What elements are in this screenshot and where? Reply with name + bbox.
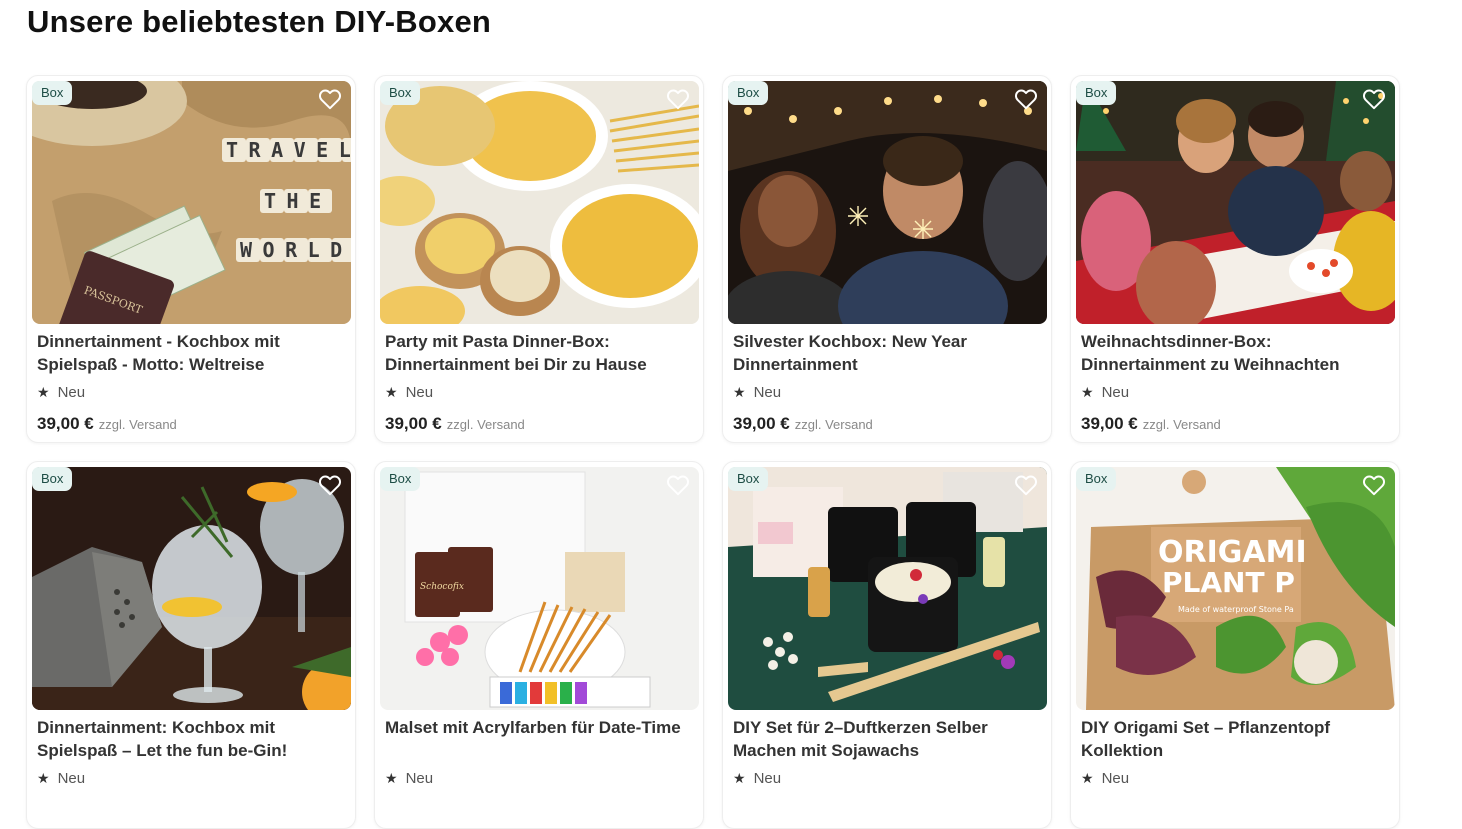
rating-label: Neu [1101,384,1130,401]
product-image[interactable] [1076,81,1395,324]
product-rating: ★ Neu [1081,770,1129,787]
product-card[interactable]: Box Dinnertainment: Kochbox mit Spielspa… [26,461,356,829]
rating-label: Neu [753,770,782,787]
product-badge: Box [1076,81,1117,105]
star-icon: ★ [733,384,746,400]
image-text: WORLD [240,238,351,262]
heart-outline-icon[interactable] [317,86,343,112]
star-icon: ★ [1081,384,1094,400]
product-price: 39,00 € [385,414,442,433]
product-rating: ★ Neu [1081,384,1129,401]
product-badge: Box [32,81,73,105]
section-title: Unsere beliebtesten DIY-Boxen [27,4,492,39]
product-title[interactable]: Malset mit Acrylfarben für Date-Time [385,716,695,739]
product-badge: Box [728,467,769,491]
product-badge: Box [32,467,73,491]
heart-outline-icon[interactable] [665,86,691,112]
price-row: 39,00 € zzgl. Versand [37,414,177,434]
product-price: 39,00 € [733,414,790,433]
shipping-note: zzgl. Versand [98,417,177,432]
shipping-note: zzgl. Versand [794,417,873,432]
product-grid: TRAVEL THE WORLD PASSPORT Box Dinnertain… [26,75,1400,829]
product-price: 39,00 € [37,414,94,433]
product-image[interactable] [380,81,699,324]
product-card[interactable]: Box Party mit Pasta Dinner-Box: Dinnerta… [374,75,704,443]
product-rating: ★ Neu [37,384,85,401]
image-text: PLANT P [1162,566,1295,599]
product-title[interactable]: Weihnachtsdinner-Box: Dinnertainment zu … [1081,330,1391,376]
heart-outline-icon[interactable] [317,472,343,498]
heart-outline-icon[interactable] [1361,86,1387,112]
product-card[interactable]: Box Weihnachtsdinner-Box: Dinnertainment… [1070,75,1400,443]
product-title[interactable]: Dinnertainment: Kochbox mit Spielspaß – … [37,716,347,762]
product-card[interactable]: Schocofix Box Malset mit Acrylfarben für… [374,461,704,829]
star-icon: ★ [37,384,50,400]
product-title[interactable]: Dinnertainment - Kochbox mit Spielspaß -… [37,330,347,376]
rating-label: Neu [405,770,434,787]
rating-label: Neu [405,384,434,401]
rating-label: Neu [57,384,86,401]
product-title[interactable]: Silvester Kochbox: New Year Dinnertainme… [733,330,1043,376]
product-rating: ★ Neu [733,384,781,401]
product-badge: Box [380,467,421,491]
product-image[interactable]: Schocofix [380,467,699,710]
product-title[interactable]: Party mit Pasta Dinner-Box: Dinnertainme… [385,330,695,376]
price-row: 39,00 € zzgl. Versand [385,414,525,434]
heart-outline-icon[interactable] [1013,472,1039,498]
product-badge: Box [380,81,421,105]
star-icon: ★ [1081,770,1094,786]
product-card[interactable]: ORIGAMI PLANT P Made of waterproof Stone… [1070,461,1400,829]
product-image[interactable] [728,467,1047,710]
product-rating: ★ Neu [733,770,781,787]
image-text: THE [264,189,332,213]
product-rating: ★ Neu [385,770,433,787]
heart-outline-icon[interactable] [1361,472,1387,498]
product-price: 39,00 € [1081,414,1138,433]
product-image[interactable]: TRAVEL THE WORLD PASSPORT [32,81,351,324]
product-image[interactable] [32,467,351,710]
product-rating: ★ Neu [385,384,433,401]
product-title[interactable]: DIY Origami Set – Pflanzentopf Kollektio… [1081,716,1391,762]
price-row: 39,00 € zzgl. Versand [733,414,873,434]
shipping-note: zzgl. Versand [446,417,525,432]
image-text: Made of waterproof Stone Pa [1178,605,1294,614]
image-text: Schocofix [420,582,464,592]
star-icon: ★ [385,770,398,786]
product-card[interactable]: Box DIY Set für 2–Duftkerzen Selber Mach… [722,461,1052,829]
product-image[interactable] [728,81,1047,324]
product-rating: ★ Neu [37,770,85,787]
product-card[interactable]: TRAVEL THE WORLD PASSPORT Box Dinnertain… [26,75,356,443]
image-text: TRAVEL [226,138,351,162]
heart-outline-icon[interactable] [1013,86,1039,112]
product-title[interactable]: DIY Set für 2–Duftkerzen Selber Machen m… [733,716,1043,762]
rating-label: Neu [57,770,86,787]
shipping-note: zzgl. Versand [1142,417,1221,432]
rating-label: Neu [1101,770,1130,787]
product-badge: Box [728,81,769,105]
star-icon: ★ [733,770,746,786]
price-row: 39,00 € zzgl. Versand [1081,414,1221,434]
product-image[interactable]: ORIGAMI PLANT P Made of waterproof Stone… [1076,467,1395,710]
heart-outline-icon[interactable] [665,472,691,498]
rating-label: Neu [753,384,782,401]
product-badge: Box [1076,467,1117,491]
star-icon: ★ [385,384,398,400]
image-text: ORIGAMI [1158,535,1307,570]
product-card[interactable]: Box Silvester Kochbox: New Year Dinnerta… [722,75,1052,443]
star-icon: ★ [37,770,50,786]
